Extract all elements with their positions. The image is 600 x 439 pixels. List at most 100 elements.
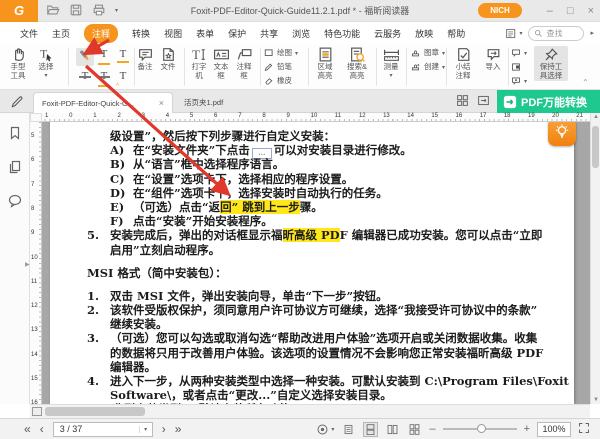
search-input[interactable]: 查找 <box>528 26 584 41</box>
stamp-button[interactable]: 图章▾ <box>410 46 445 60</box>
menu-item-帮助[interactable]: 帮助 <box>447 27 465 40</box>
comments-panel-icon[interactable] <box>7 193 23 214</box>
search-icon <box>534 29 543 38</box>
select-cursor-icon: T <box>38 46 55 63</box>
pdf-convert-button[interactable]: PDF万能转换 <box>497 90 600 113</box>
collapse-ribbon-icon[interactable]: ⌃ <box>582 78 589 87</box>
menu-item-表单[interactable]: 表单 <box>196 27 214 40</box>
menu-item-放映[interactable]: 放映 <box>415 27 433 40</box>
draw-button[interactable]: 绘图▾ <box>264 46 298 60</box>
window-title: Foxit-PDF-Editor-Quick-Guide11.2.1.pdf *… <box>120 0 480 22</box>
area-highlight-button[interactable]: 区域高亮 <box>310 46 340 80</box>
scroll-up-icon[interactable]: ▲ <box>591 114 600 120</box>
open-folder-icon[interactable] <box>46 3 60 17</box>
vertical-scroll-thumb[interactable] <box>592 126 599 168</box>
assistant-bulb-button[interactable] <box>548 122 576 146</box>
doc-line: 4.进入下一步，从两种安装类型中选择一种安装。可默认安装到 C:\Program… <box>50 374 574 388</box>
doc-line: 2.该软件受版权保护，须同意用户许可协议方可继续，选择“我接受许可协议中的条款” <box>50 303 574 317</box>
vertical-scrollbar[interactable]: ▲ ▼ <box>590 113 600 404</box>
sidebar-expand-icon[interactable]: ▶ <box>25 261 30 268</box>
tab-switch-icon[interactable] <box>477 94 490 112</box>
hand-tool-button[interactable]: 手型工具 <box>4 46 32 80</box>
doc-line: 启用”立刻启动程序。 <box>50 243 574 257</box>
measure-button[interactable]: 测量 ▾ <box>378 46 404 79</box>
callout-button[interactable]: 注释框 <box>231 46 257 80</box>
keep-tool-selected-button[interactable]: 保持工具选择 <box>534 46 568 81</box>
pencil-button[interactable]: 铅笔 <box>264 60 292 74</box>
find-settings-icon[interactable]: ▾ <box>505 27 522 40</box>
import-comments-button[interactable]: 导入 <box>480 46 506 72</box>
strikethrough-tool-button[interactable]: T <box>76 70 94 88</box>
account-button[interactable]: NICH <box>478 3 522 18</box>
insert-text-tool-button[interactable]: T^ <box>114 70 132 88</box>
page-dropdown-icon[interactable]: ▾ <box>139 426 152 433</box>
view-mode-button[interactable]: ▾ <box>316 423 334 436</box>
underline-tool-button[interactable]: T <box>114 48 132 66</box>
single-page-layout-button[interactable] <box>341 422 356 437</box>
tab-grid-view-icon[interactable] <box>456 94 469 112</box>
zoom-slider[interactable] <box>443 428 517 430</box>
keep-tool-selected-label: 保持工具选择 <box>538 63 564 80</box>
zoom-slider-thumb[interactable] <box>477 424 486 433</box>
close-button[interactable]: × <box>588 5 594 17</box>
tab-binder-document[interactable]: 活页夹1.pdf <box>176 92 272 113</box>
maximize-button[interactable]: □ <box>567 5 574 17</box>
menu-item-云服务[interactable]: 云服务 <box>374 27 401 40</box>
facing-layout-button[interactable] <box>385 422 400 437</box>
facing-continuous-layout-button[interactable] <box>407 422 422 437</box>
select-tool-button[interactable]: T 选择 ▾ <box>33 46 59 79</box>
minimize-button[interactable]: – <box>547 5 553 17</box>
pages-panel-icon[interactable] <box>7 159 23 180</box>
search-highlight-button[interactable]: 搜索&高亮 <box>342 46 372 80</box>
horizontal-scrollbar[interactable] <box>30 404 590 418</box>
pencil-icon <box>264 62 274 72</box>
customize-toolbar-dropdown-icon[interactable]: ▾ <box>115 7 118 14</box>
page-number-input[interactable]: 3 / 37 ▾ <box>53 422 153 437</box>
menu-item-转换[interactable]: 转换 <box>132 27 150 40</box>
highlight-tool-button[interactable] <box>76 48 94 66</box>
annotate-pen-icon[interactable] <box>10 94 25 114</box>
print-icon[interactable] <box>92 3 106 17</box>
menu-item-共享[interactable]: 共享 <box>260 27 278 40</box>
comment-popup-option-button[interactable]: ▾ <box>511 46 527 60</box>
menu-item-注释[interactable]: 注释 <box>84 24 118 43</box>
svg-text:T: T <box>40 48 47 61</box>
save-icon[interactable] <box>69 3 83 17</box>
comment-panel-option-button[interactable] <box>511 60 521 74</box>
quick-access-toolbar: ▾ <box>46 3 118 17</box>
squiggly-underline-tool-button[interactable]: T <box>95 48 113 66</box>
pushpin-icon <box>543 47 559 63</box>
fullscreen-button[interactable] <box>578 422 590 436</box>
tab-close-icon[interactable]: × <box>159 98 164 108</box>
foxit-logo-icon[interactable]: G <box>0 0 38 22</box>
horizontal-scroll-thumb[interactable] <box>45 407 145 416</box>
menu-item-视图[interactable]: 视图 <box>164 27 182 40</box>
last-page-button[interactable]: » <box>175 422 182 436</box>
comment-status-option-button[interactable]: ▾ <box>511 74 527 88</box>
split-view-icon[interactable] <box>32 407 42 416</box>
file-attachment-button[interactable]: 文件 <box>154 46 182 72</box>
create-stamp-button[interactable]: 创建▾ <box>410 60 445 74</box>
zoom-out-button[interactable]: – <box>429 423 435 435</box>
next-page-button[interactable]: › <box>162 422 166 436</box>
zoom-level-value[interactable]: 100% <box>537 422 571 437</box>
menu-item-保护[interactable]: 保护 <box>228 27 246 40</box>
tab-active-document[interactable]: Foxit-PDF-Editor-Quick-G... × <box>33 92 173 113</box>
menu-overflow-icon[interactable]: ▸ <box>590 29 594 37</box>
replace-text-tool-button[interactable]: T <box>95 70 113 88</box>
menu-item-文件[interactable]: 文件 <box>20 27 38 40</box>
eraser-button[interactable]: 橡皮 <box>264 74 292 88</box>
doc-line: E)（可选）点击“返回” 跳到上一步骤。 <box>50 200 574 214</box>
zoom-in-button[interactable]: + <box>524 423 530 435</box>
menu-item-浏览[interactable]: 浏览 <box>292 27 310 40</box>
summarize-comments-button[interactable]: 小结注释 <box>448 46 478 80</box>
scroll-down-icon[interactable]: ▼ <box>591 397 600 403</box>
continuous-layout-button[interactable] <box>363 422 378 437</box>
menu-item-特色功能[interactable]: 特色功能 <box>324 27 360 40</box>
first-page-button[interactable]: « <box>24 422 31 436</box>
menu-item-主页[interactable]: 主页 <box>52 27 70 40</box>
ruler-number: 12 <box>359 113 366 119</box>
bookmarks-panel-icon[interactable] <box>7 125 23 146</box>
previous-page-button[interactable]: ‹ <box>40 422 44 436</box>
doc-line: 1.双击 MSI 文件，弹出安装向导，单击“下一步”按钮。 <box>50 289 574 303</box>
